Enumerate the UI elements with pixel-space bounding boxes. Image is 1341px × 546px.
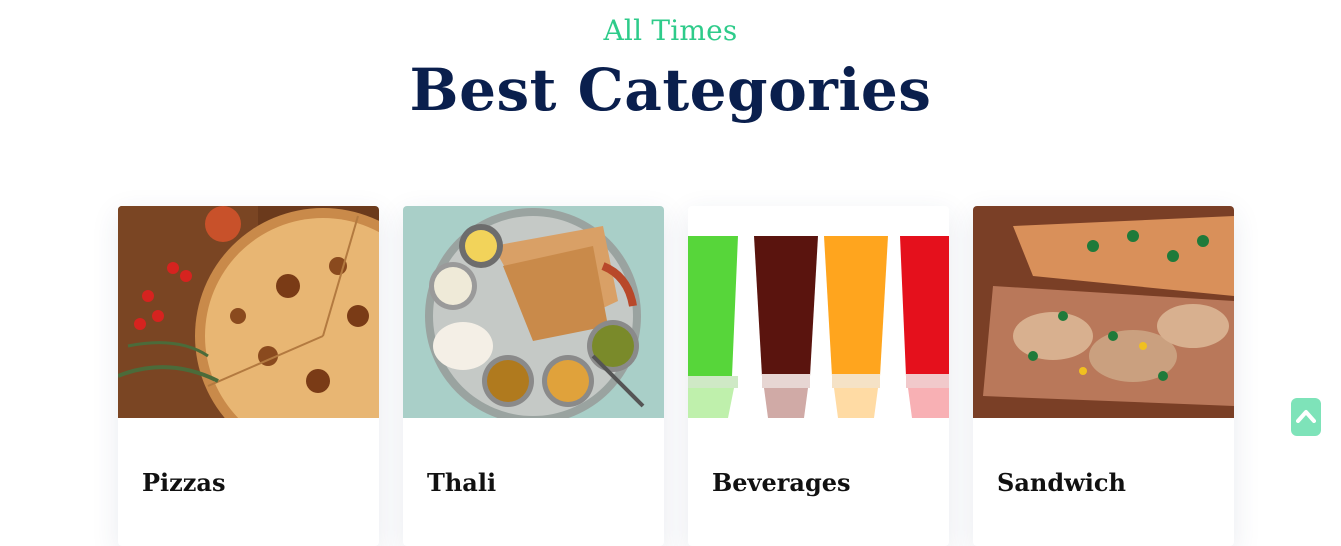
category-label[interactable]: Sandwich: [997, 468, 1126, 497]
scroll-to-top-button[interactable]: [1291, 398, 1321, 436]
category-label[interactable]: Beverages: [712, 468, 851, 497]
beverages-image[interactable]: [688, 206, 949, 418]
category-card-beverages[interactable]: Beverages: [688, 206, 949, 546]
chevron-up-icon: [1296, 408, 1316, 427]
category-card-pizzas[interactable]: Pizzas: [118, 206, 379, 546]
category-card-thali[interactable]: Thali: [403, 206, 664, 546]
section-title: Best Categories: [409, 56, 932, 124]
thali-image[interactable]: [403, 206, 664, 418]
category-card-sandwich[interactable]: Sandwich: [973, 206, 1234, 546]
sandwich-image[interactable]: [973, 206, 1234, 418]
pizza-image[interactable]: [118, 206, 379, 418]
section-eyebrow: All Times: [603, 14, 738, 47]
category-label[interactable]: Pizzas: [142, 468, 225, 497]
category-label[interactable]: Thali: [427, 468, 496, 497]
